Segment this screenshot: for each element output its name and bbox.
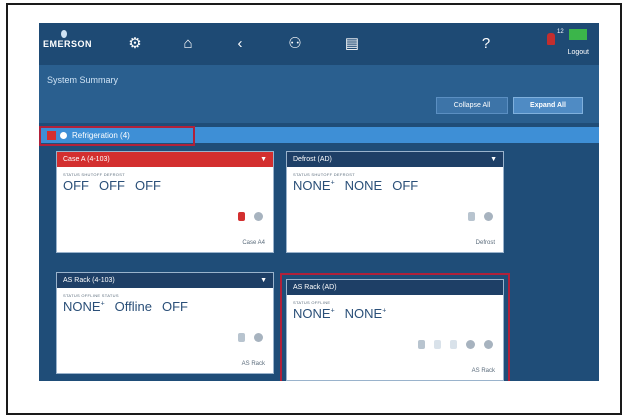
list-icon[interactable]: ▤ [341,32,363,54]
home-icon[interactable]: ⌂ [177,32,199,54]
card-title: Case A (4-103) [63,156,110,163]
top-navigation-bar: EMERSON ⚙ ⌂ ‹ ⚇ ▤ ? 12 Logout [39,23,599,65]
help-icon[interactable]: ? [475,32,497,54]
card-values: NONE+ Offline OFF [63,299,273,314]
user-logout-link[interactable]: Logout [568,49,589,56]
gear-icon[interactable]: ⚙ [124,32,146,54]
expand-all-button[interactable]: Expand All [513,97,583,114]
card-icons [468,212,493,221]
chevron-down-icon[interactable]: ▼ [260,277,267,284]
network-icon[interactable]: ⚇ [284,32,306,54]
device-card[interactable]: Defrost (AD) ▼ STATUS SHUTOFF DEFROST NO… [286,151,504,253]
card-value: OFF [162,299,188,314]
page-title: System Summary [47,75,119,85]
card-icons [238,212,263,221]
card-value: NONE [344,178,383,193]
chevron-down-icon[interactable]: ▼ [260,156,267,163]
summary-header: System Summary Collapse All Expand All [39,65,599,123]
card-subtitle: STATUS SHUTOFF DEFROST [293,172,355,177]
brand-logo: EMERSON [43,30,93,49]
card-header[interactable]: AS Rack (4-103) ▼ [57,273,273,288]
card-header[interactable]: Defrost (AD) ▼ [287,152,503,167]
user-area[interactable]: 12 Logout [543,27,591,61]
device-card[interactable]: Case A (4-103) ▼ STATUS SHUTOFF DEFROST … [56,151,274,253]
signal-bars-icon [569,29,587,40]
alarm-count: 12 [557,29,564,35]
alarm-bell-icon[interactable] [547,33,555,45]
card-footer: Defrost [475,240,495,246]
card-value: OFF [99,178,125,193]
card-values: OFF OFF OFF [63,178,273,193]
back-icon[interactable]: ‹ [229,32,251,54]
card-subtitle: STATUS OFFLINE STATUS [63,293,119,298]
card-icons [238,333,263,342]
card-values: NONE+ NONE OFF [293,178,503,193]
collapse-all-button[interactable]: Collapse All [436,97,508,114]
card-value: NONE+ [293,178,335,193]
gear-icon[interactable] [254,333,263,342]
gear-icon[interactable] [254,212,263,221]
card-subtitle: STATUS SHUTOFF DEFROST [63,172,125,177]
card-highlight [280,273,510,381]
card-value: Offline [114,299,152,314]
card-footer: AS Rack [241,361,265,367]
bell-icon[interactable] [238,333,245,342]
card-value: OFF [392,178,419,193]
alarm-bell-icon[interactable] [238,212,245,221]
logo-text: EMERSON [43,39,93,49]
card-footer: Case A4 [242,240,265,246]
card-title: Defrost (AD) [293,156,332,163]
card-value: OFF [135,178,161,193]
device-card[interactable]: AS Rack (4-103) ▼ STATUS OFFLINE STATUS … [56,272,274,374]
app-window: EMERSON ⚙ ⌂ ‹ ⚇ ▤ ? 12 Logout System Sum… [39,23,599,381]
chevron-down-icon[interactable]: ▼ [490,156,497,163]
card-title: AS Rack (4-103) [63,277,115,284]
logo-drop-icon [61,30,67,38]
gear-icon[interactable] [484,212,493,221]
group-highlight [39,126,195,146]
card-header[interactable]: Case A (4-103) ▼ [57,152,273,167]
bell-icon[interactable] [468,212,475,221]
card-value: NONE+ [63,299,105,314]
card-value: OFF [63,178,89,193]
